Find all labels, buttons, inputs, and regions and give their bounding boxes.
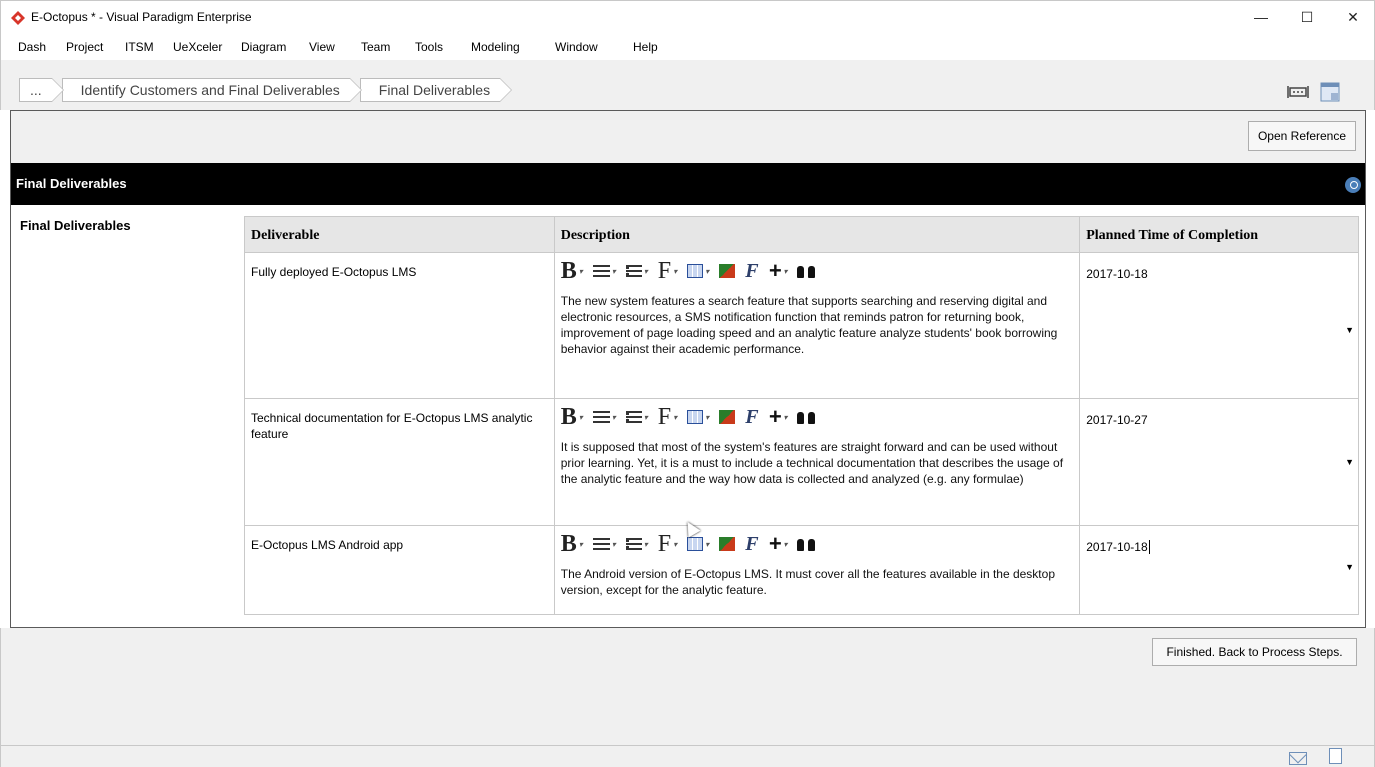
deliverable-cell[interactable]: Technical documentation for E-Octopus LM… <box>245 399 555 525</box>
menu-view[interactable]: View <box>309 40 335 54</box>
menu-project[interactable]: Project <box>66 40 103 54</box>
maximize-button[interactable]: ☐ <box>1284 1 1330 33</box>
finished-button[interactable]: Finished. Back to Process Steps. <box>1152 638 1357 666</box>
font-button[interactable]: F ▾ <box>658 405 677 429</box>
insert-button[interactable]: + ▾ <box>769 404 788 430</box>
menu-team[interactable]: Team <box>361 40 390 54</box>
rich-text-toolbar: B ▾ ▾ ▾ F ▾ ▾ F + ▾ <box>555 399 1080 435</box>
breadcrumb: ... Identify Customers and Final Deliver… <box>19 78 513 102</box>
document-icon[interactable] <box>1329 748 1342 764</box>
status-bar <box>0 745 1375 767</box>
menu-modeling[interactable]: Modeling <box>471 40 520 54</box>
font-button[interactable]: F ▾ <box>658 532 677 556</box>
menu-itsm[interactable]: ITSM <box>125 40 154 54</box>
description-cell[interactable]: B ▾ ▾ ▾ F ▾ ▾ F + ▾ It is supposed that mos… <box>555 399 1081 525</box>
table-row: E-Octopus LMS Android app B ▾ ▾ ▾ F ▾ ▾ F … <box>245 525 1359 615</box>
footer-area: Finished. Back to Process Steps. <box>0 628 1375 748</box>
dropdown-arrow-icon[interactable]: ▼ <box>1345 325 1354 335</box>
description-text[interactable]: It is supposed that most of the system's… <box>555 435 1080 487</box>
list-button[interactable]: ▾ <box>625 265 648 277</box>
formula-icon[interactable]: F <box>745 260 758 283</box>
deliverables-table: Deliverable Description Planned Time of … <box>244 216 1359 615</box>
find-icon[interactable] <box>797 537 816 551</box>
layout-icon[interactable] <box>1319 82 1341 102</box>
open-reference-button[interactable]: Open Reference <box>1248 121 1356 151</box>
menu-diagram[interactable]: Diagram <box>241 40 286 54</box>
menu-tools[interactable]: Tools <box>415 40 443 54</box>
breadcrumb-bar: ... Identify Customers and Final Deliver… <box>0 60 1375 110</box>
formula-icon[interactable]: F <box>745 533 758 556</box>
deliverables-panel: Open Reference Final Deliverables Final … <box>10 110 1366 628</box>
menu-dash[interactable]: Dash <box>18 40 46 54</box>
text-caret <box>1148 540 1150 554</box>
align-button[interactable]: ▾ <box>592 265 616 277</box>
column-header-planned-time[interactable]: Planned Time of Completion <box>1080 217 1359 252</box>
planned-date-cell[interactable]: 2017-10-27 ▼ <box>1080 399 1359 525</box>
close-button[interactable]: ✕ <box>1330 1 1375 33</box>
pin-icon[interactable] <box>1345 177 1361 193</box>
column-header-deliverable[interactable]: Deliverable <box>245 217 555 252</box>
description-text[interactable]: The Android version of E-Octopus LMS. It… <box>555 562 1080 598</box>
table-insert-button[interactable]: ▾ <box>687 537 709 551</box>
insert-image-icon[interactable] <box>719 537 736 551</box>
menu-help[interactable]: Help <box>633 40 658 54</box>
dropdown-arrow-icon[interactable]: ▼ <box>1345 457 1354 467</box>
planned-date-value[interactable]: 2017-10-27 <box>1086 413 1147 427</box>
description-text[interactable]: The new system features a search feature… <box>555 289 1080 357</box>
description-cell[interactable]: B ▾ ▾ ▾ F ▾ ▾ F + ▾ The Android version of … <box>555 526 1081 614</box>
insert-image-icon[interactable] <box>719 410 736 424</box>
app-logo-icon <box>11 11 25 25</box>
table-header: Deliverable Description Planned Time of … <box>245 217 1359 252</box>
bold-button[interactable]: B ▾ <box>561 532 583 556</box>
insert-button[interactable]: + ▾ <box>769 258 788 284</box>
table-row: Technical documentation for E-Octopus LM… <box>245 398 1359 525</box>
insert-button[interactable]: + ▾ <box>769 531 788 557</box>
mail-icon[interactable] <box>1289 752 1307 765</box>
find-icon[interactable] <box>797 410 816 424</box>
deliverable-cell[interactable]: E-Octopus LMS Android app <box>245 526 555 614</box>
planned-date-cell[interactable]: 2017-10-18 ▼ <box>1080 526 1359 614</box>
section-title: Final Deliverables <box>16 176 127 191</box>
window-title: E-Octopus * - Visual Paradigm Enterprise <box>31 10 252 24</box>
insert-image-icon[interactable] <box>719 264 736 278</box>
list-button[interactable]: ▾ <box>625 411 648 423</box>
planned-date-value[interactable]: 2017-10-18 <box>1086 267 1147 281</box>
bold-button[interactable]: B ▾ <box>561 259 583 283</box>
rich-text-toolbar: B ▾ ▾ ▾ F ▾ ▾ F + ▾ <box>555 253 1080 289</box>
table-insert-button[interactable]: ▾ <box>687 264 709 278</box>
align-button[interactable]: ▾ <box>592 538 616 550</box>
reference-strip: Open Reference <box>11 111 1365 163</box>
deliverable-cell[interactable]: Fully deployed E-Octopus LMS <box>245 253 555 398</box>
font-button[interactable]: F ▾ <box>658 259 677 283</box>
field-label: Final Deliverables <box>20 218 131 233</box>
formula-icon[interactable]: F <box>745 406 758 429</box>
planned-date-value[interactable]: 2017-10-18 <box>1086 540 1147 554</box>
description-cell[interactable]: B ▾ ▾ ▾ F ▾ ▾ F + ▾ The new system features… <box>555 253 1081 398</box>
table-row: Fully deployed E-Octopus LMS B ▾ ▾ ▾ F ▾ ▾… <box>245 252 1359 398</box>
rich-text-toolbar: B ▾ ▾ ▾ F ▾ ▾ F + ▾ <box>555 526 1080 562</box>
title-bar: E-Octopus * - Visual Paradigm Enterprise… <box>0 0 1375 34</box>
align-button[interactable]: ▾ <box>592 411 616 423</box>
column-header-description[interactable]: Description <box>555 217 1081 252</box>
dropdown-arrow-icon[interactable]: ▼ <box>1345 562 1354 572</box>
menu-bar: Dash Project ITSM UeXceler Diagram View … <box>0 34 1375 60</box>
breadcrumb-more[interactable]: ... <box>19 78 64 102</box>
fit-width-icon[interactable] <box>1287 82 1309 102</box>
menu-window[interactable]: Window <box>555 40 598 54</box>
breadcrumb-final-deliverables[interactable]: Final Deliverables <box>359 78 513 102</box>
bold-button[interactable]: B ▾ <box>561 405 583 429</box>
breadcrumb-identify-customers[interactable]: Identify Customers and Final Deliverable… <box>61 78 362 102</box>
table-insert-button[interactable]: ▾ <box>687 410 709 424</box>
planned-date-cell[interactable]: 2017-10-18 ▼ <box>1080 253 1359 398</box>
section-header: Final Deliverables <box>11 163 1365 205</box>
menu-uexceler[interactable]: UeXceler <box>173 40 222 54</box>
minimize-button[interactable]: — <box>1238 1 1284 33</box>
list-button[interactable]: ▾ <box>625 538 648 550</box>
find-icon[interactable] <box>797 264 816 278</box>
